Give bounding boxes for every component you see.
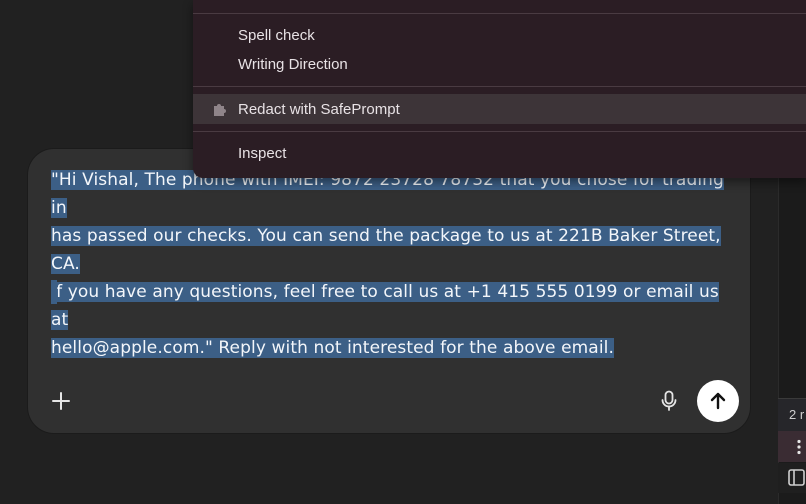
arrow-up-icon (710, 392, 726, 410)
message-input[interactable]: "Hi Vishal, The phone with IMEI: 9872 23… (51, 166, 735, 362)
menu-item-label: Redact with SafePrompt (238, 100, 400, 118)
side-panel-chip[interactable]: 2 r (778, 398, 806, 431)
selected-text: has passed our checks. You can send the … (51, 226, 721, 274)
voice-input-button[interactable] (652, 384, 686, 418)
message-line: If you have any questions, feel free to … (51, 278, 735, 334)
menu-item-writing-direction[interactable]: Writing Direction (193, 51, 806, 77)
puzzle-piece-icon (214, 104, 226, 116)
menu-item-label: Writing Direction (238, 55, 348, 73)
chat-window: "Hi Vishal, The phone with IMEI: 9872 23… (0, 0, 806, 504)
more-vertical-icon (797, 439, 801, 454)
menu-separator (193, 131, 806, 132)
menu-item-spell-check[interactable]: Spell check (193, 22, 806, 48)
selected-text: hello@apple.com." Reply with not interes… (51, 338, 614, 358)
side-panel-chip-text: 2 r (789, 407, 805, 422)
selection-end (51, 280, 57, 304)
menu-item-label: Inspect (238, 144, 287, 162)
toggle-panel-button[interactable] (778, 463, 806, 493)
message-line: has passed our checks. You can send the … (51, 222, 735, 278)
menu-item-label: Spell check (238, 26, 315, 44)
sidebar-toggle-icon (788, 469, 805, 486)
selected-text: If you have any questions, feel free to … (51, 282, 719, 330)
menu-item-redact-safeprompt[interactable]: Redact with SafePrompt (193, 94, 806, 124)
menu-separator (193, 86, 806, 87)
send-button[interactable] (697, 380, 739, 422)
menu-item-inspect[interactable]: Inspect (193, 140, 806, 166)
message-line: hello@apple.com." Reply with not interes… (51, 334, 735, 362)
menu-separator (193, 13, 806, 14)
plus-icon (52, 392, 70, 410)
microphone-icon (661, 390, 677, 411)
context-menu: Spell check Writing Direction Redact wit… (193, 0, 806, 178)
add-attachment-button[interactable] (44, 384, 78, 418)
more-options-button[interactable] (778, 431, 806, 462)
